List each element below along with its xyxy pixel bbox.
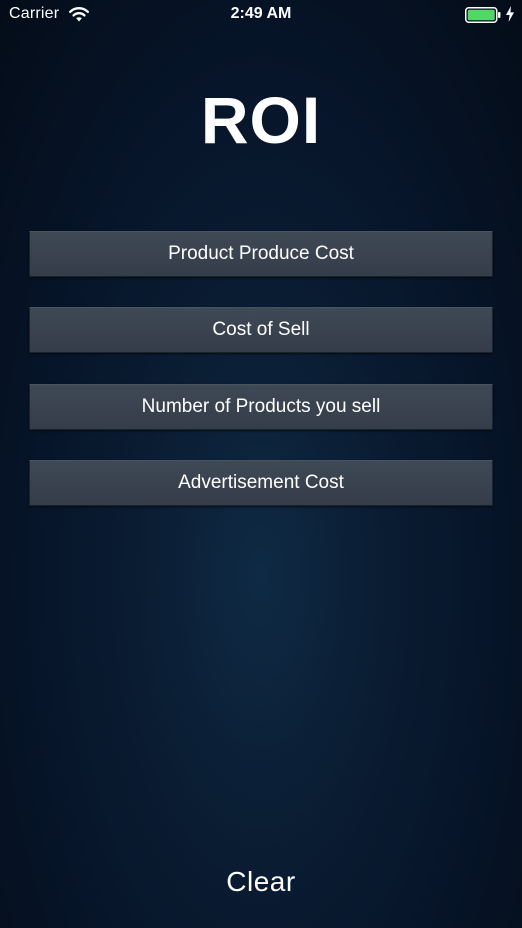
cost-of-sell-button[interactable]: Cost of Sell [29, 307, 493, 353]
charging-bolt-icon [506, 6, 514, 22]
status-time: 2:49 AM [230, 5, 292, 22]
number-of-products-button[interactable]: Number of Products you sell [29, 384, 493, 430]
page-title: ROI [200, 83, 322, 157]
product-produce-cost-button[interactable]: Product Produce Cost [29, 231, 493, 277]
battery-icon [465, 7, 501, 23]
advertisement-cost-button[interactable]: Advertisement Cost [29, 460, 493, 506]
status-bar: Carrier 2:49 AM [0, 0, 522, 30]
clear-button[interactable]: Clear [0, 866, 522, 898]
